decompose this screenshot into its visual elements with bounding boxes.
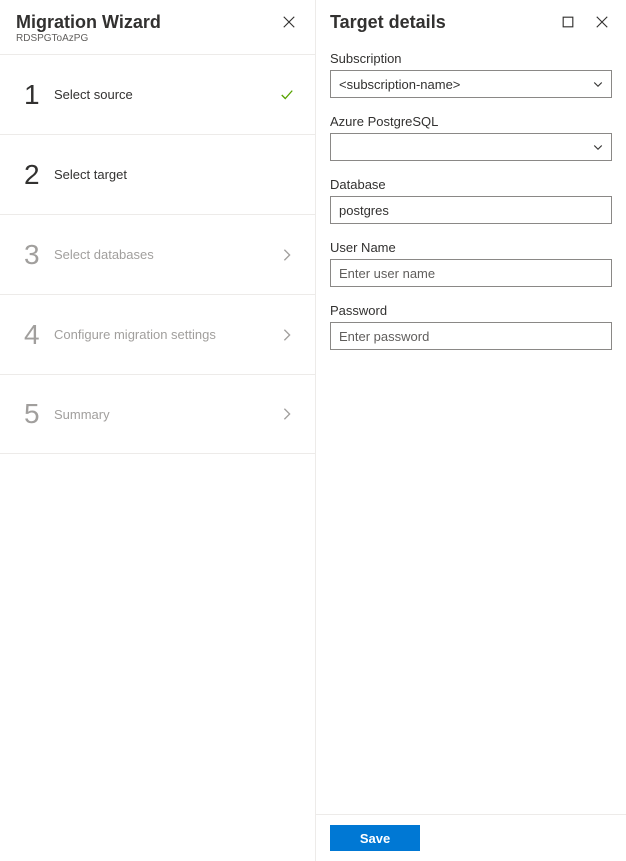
wizard-pane: Migration Wizard RDSPGToAzPG 1 Select so… [0, 0, 316, 861]
step-status [277, 85, 297, 105]
field-username: User Name [330, 240, 612, 287]
field-password: Password [330, 303, 612, 350]
details-form: Subscription Azure PostgreSQL Database [316, 51, 626, 814]
azure-postgresql-select[interactable] [330, 133, 612, 161]
close-wizard-button[interactable] [279, 12, 299, 32]
step-status [277, 165, 297, 185]
details-header: Target details [316, 0, 626, 51]
chevron-right-icon [280, 407, 294, 421]
database-label: Database [330, 177, 612, 192]
subscription-select[interactable] [330, 70, 612, 98]
wizard-titles: Migration Wizard RDSPGToAzPG [16, 12, 161, 44]
wizard-step-select-databases[interactable]: 3 Select databases [0, 214, 315, 294]
step-label: Select target [54, 167, 277, 182]
azure-postgresql-input[interactable] [330, 133, 612, 161]
chevron-right-icon [280, 248, 294, 262]
wizard-header: Migration Wizard RDSPGToAzPG [0, 0, 315, 54]
password-label: Password [330, 303, 612, 318]
maximize-button[interactable] [558, 12, 578, 32]
save-button[interactable]: Save [330, 825, 420, 851]
close-icon [282, 15, 296, 29]
close-details-button[interactable] [592, 12, 612, 32]
check-icon [280, 88, 294, 102]
details-footer: Save [316, 814, 626, 861]
maximize-icon [561, 15, 575, 29]
wizard-step-summary[interactable]: 5 Summary [0, 374, 315, 454]
step-number: 2 [24, 159, 54, 191]
wizard-step-select-source[interactable]: 1 Select source [0, 54, 315, 134]
step-status [277, 325, 297, 345]
step-number: 5 [24, 398, 54, 430]
step-label: Configure migration settings [54, 327, 277, 342]
step-label: Summary [54, 407, 277, 422]
field-azure-postgresql: Azure PostgreSQL [330, 114, 612, 161]
field-subscription: Subscription [330, 51, 612, 98]
step-number: 1 [24, 79, 54, 111]
details-pane: Target details Subscription Azure Postgr… [316, 0, 626, 861]
field-database: Database [330, 177, 612, 224]
wizard-step-configure-settings[interactable]: 4 Configure migration settings [0, 294, 315, 374]
step-number: 4 [24, 319, 54, 351]
step-label: Select source [54, 87, 277, 102]
username-input[interactable] [330, 259, 612, 287]
database-input[interactable] [330, 196, 612, 224]
step-number: 3 [24, 239, 54, 271]
password-input[interactable] [330, 322, 612, 350]
close-icon [595, 15, 609, 29]
chevron-right-icon [280, 328, 294, 342]
subscription-input[interactable] [330, 70, 612, 98]
wizard-title: Migration Wizard [16, 12, 161, 33]
username-label: User Name [330, 240, 612, 255]
subscription-label: Subscription [330, 51, 612, 66]
step-label: Select databases [54, 247, 277, 262]
step-status [277, 245, 297, 265]
wizard-steps: 1 Select source 2 Select target 3 Select… [0, 54, 315, 454]
chevron-right-icon [280, 168, 294, 182]
azure-postgresql-label: Azure PostgreSQL [330, 114, 612, 129]
step-status [277, 404, 297, 424]
wizard-step-select-target[interactable]: 2 Select target [0, 134, 315, 214]
details-title: Target details [330, 12, 446, 33]
wizard-subtitle: RDSPGToAzPG [16, 33, 161, 44]
details-header-icons [558, 12, 612, 32]
